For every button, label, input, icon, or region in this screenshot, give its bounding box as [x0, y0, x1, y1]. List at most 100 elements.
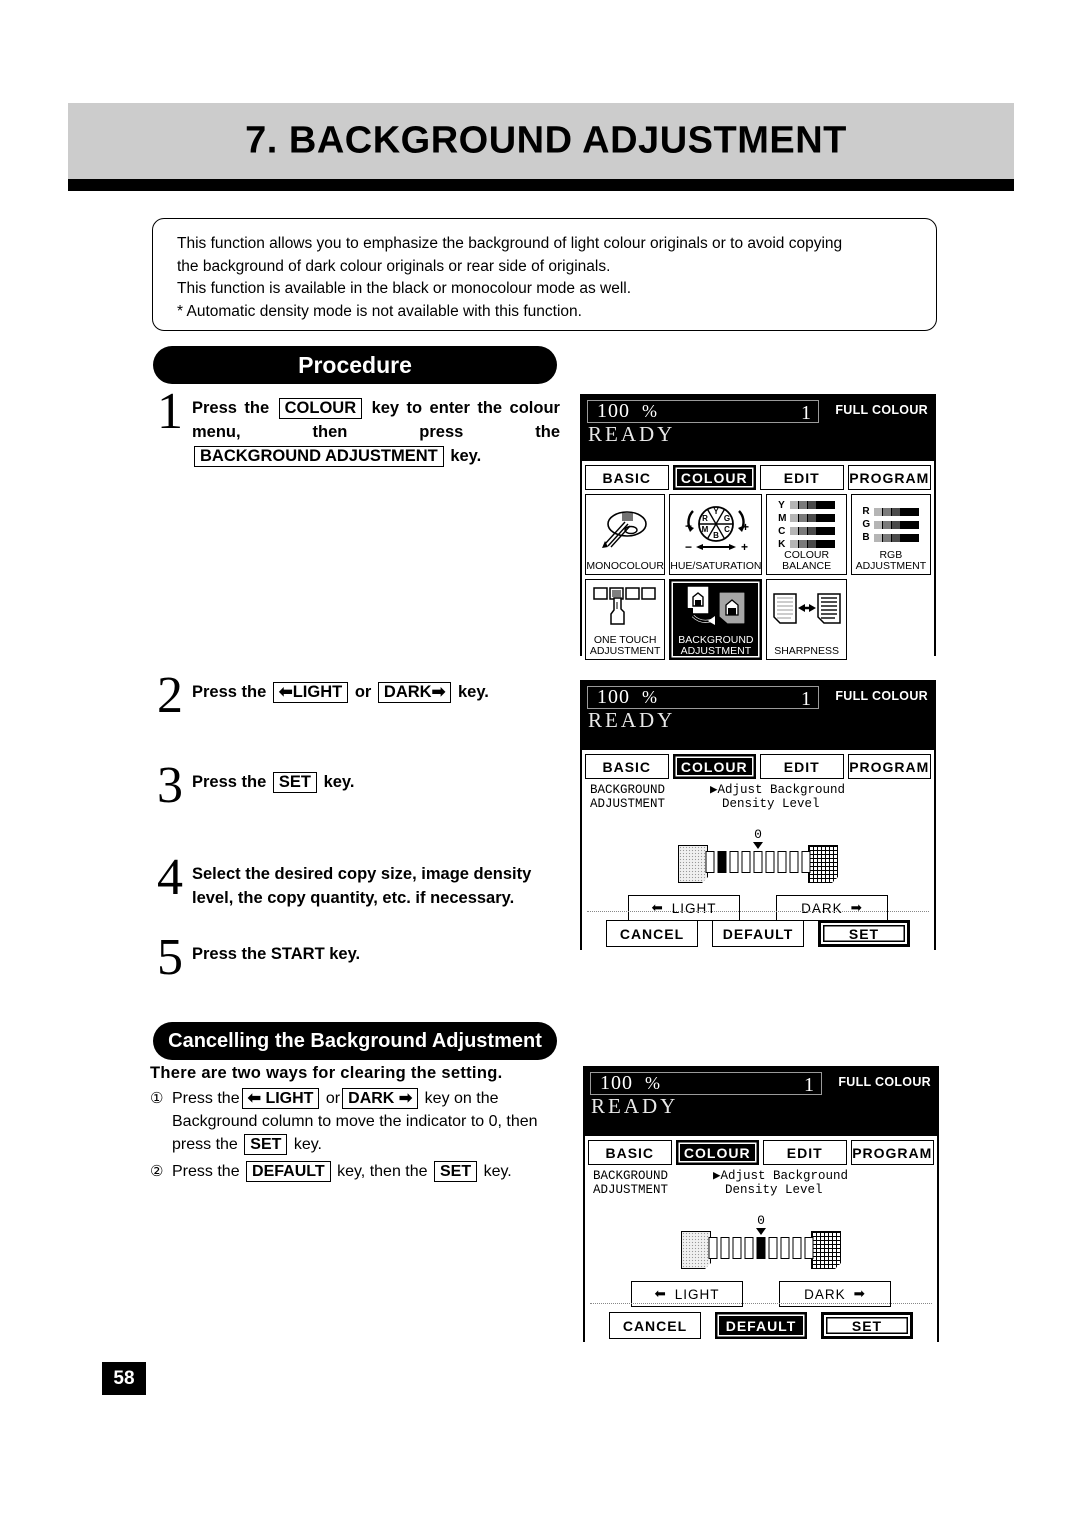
- list-marker-2: ②: [150, 1163, 164, 1180]
- function-one-touch-adjustment[interactable]: ONE TOUCH ADJUSTMENT: [585, 579, 666, 660]
- lcd3-desc-line-2: Density Level: [725, 1183, 823, 1197]
- lcd3-zero-pointer-icon: [756, 1228, 766, 1235]
- tab-colour-2[interactable]: COLOUR: [672, 754, 756, 779]
- light-button-2-label: LIGHT: [671, 900, 717, 916]
- density-slot-8: [792, 1237, 802, 1259]
- density-slot-7: [777, 851, 787, 873]
- intro-line-3: This function is available in the black …: [177, 280, 632, 297]
- default-button-3[interactable]: DEFAULT: [715, 1312, 807, 1339]
- lcd1-zoom-value: 100: [597, 400, 630, 422]
- lcd-panel-background-adjust-step[interactable]: 100 % 1 FULL COLOUR READY BASIC COLOUR E…: [580, 680, 936, 1016]
- rgb-letter-g: G: [862, 519, 871, 530]
- background-pages-icon: [670, 580, 761, 635]
- step-5: 5 Press the START key.: [148, 932, 568, 984]
- tab-program-2[interactable]: PROGRAM: [847, 754, 931, 779]
- left-arrow-icon-lcd2: ⬅: [651, 900, 664, 915]
- tab-colour-3[interactable]: COLOUR: [675, 1140, 759, 1165]
- lcd1-status-text: READY: [588, 422, 676, 446]
- light-button-2[interactable]: ⬅ LIGHT: [628, 895, 740, 921]
- lcd2-density-slider[interactable]: 0: [582, 827, 934, 893]
- step-2-part-1: Press the: [192, 683, 267, 701]
- function-monocolour[interactable]: MONOCOLOUR: [585, 494, 666, 575]
- step-5-text: Press the START key.: [192, 945, 361, 963]
- lcd3-detail: BACKGROUND ADJUSTMENT ▶Adjust Background…: [585, 1165, 937, 1343]
- tab-program[interactable]: PROGRAM: [847, 465, 931, 490]
- lcd3-desc-line-1: ▶Adjust Background: [713, 1169, 849, 1183]
- function-colour-balance[interactable]: Y M C K COLOUR BALANCE: [766, 494, 847, 575]
- lcd2-status-bar: 100 % 1 FULL COLOUR READY: [582, 682, 934, 750]
- c1-a: Press the: [172, 1090, 240, 1107]
- function-background-adjustment[interactable]: BACKGROUND ADJUSTMENT: [669, 579, 763, 660]
- step-3: 3 Press the SET key.: [148, 757, 568, 814]
- dark-key-ref: DARK➡: [377, 682, 452, 703]
- cancelling-body: There are two ways for clearing the sett…: [150, 1064, 570, 1183]
- step-2-part-3: key.: [458, 683, 489, 701]
- function-slot-empty: [850, 579, 931, 660]
- svg-text:C: C: [724, 525, 730, 534]
- rgb-letter-b: B: [862, 532, 870, 543]
- density-slot-9: [801, 851, 811, 873]
- tab-edit[interactable]: EDIT: [760, 465, 844, 490]
- cancel-button-2[interactable]: CANCEL: [606, 920, 698, 947]
- lcd3-slot-row: [708, 1237, 814, 1259]
- c1-d: key.: [293, 1136, 322, 1153]
- procedure-heading: Procedure: [153, 346, 557, 384]
- density-slot-2: [720, 1237, 730, 1259]
- ymck-letter-y: Y: [778, 499, 785, 511]
- svg-text:B: B: [713, 531, 719, 540]
- colour-wheel-icon: Y G C B M R − + − +: [670, 495, 761, 561]
- light-key-ref-2: ⬅ LIGHT: [241, 1088, 320, 1109]
- function-hue-saturation-label: HUE/SATURATION: [670, 560, 762, 572]
- cancel-button-3[interactable]: CANCEL: [609, 1312, 701, 1339]
- left-arrow-icon-2: ⬅: [247, 1090, 261, 1107]
- step-2-number: 2: [157, 667, 183, 724]
- density-slot-3: [732, 1237, 742, 1259]
- lcd1-colour-mode: FULL COLOUR: [835, 403, 928, 417]
- set-button-2[interactable]: SET: [818, 920, 910, 947]
- lcd3-density-slider[interactable]: 0: [585, 1213, 937, 1279]
- tab-basic-2[interactable]: BASIC: [585, 754, 669, 779]
- tab-basic[interactable]: BASIC: [585, 465, 669, 490]
- dark-button-2[interactable]: DARK ➡: [776, 895, 888, 921]
- default-button-2[interactable]: DEFAULT: [712, 920, 804, 947]
- lcd1-copy-count: 1: [801, 402, 811, 424]
- step-2: 2 Press the ⬅LIGHT or DARK➡ key.: [148, 667, 568, 724]
- lcd-panel-background-adjust-default[interactable]: 100 % 1 FULL COLOUR READY BASIC COLOUR E…: [583, 1066, 939, 1408]
- tab-colour[interactable]: COLOUR: [672, 465, 756, 490]
- function-rgb-adjustment[interactable]: R G B RGB ADJUSTMENT: [850, 494, 931, 575]
- set-key-ref-3: SET: [433, 1161, 478, 1182]
- palette-icon: [586, 495, 664, 561]
- lcd-panel-colour-menu[interactable]: 100 % 1 FULL COLOUR READY BASIC COLOUR E…: [580, 394, 936, 719]
- page-number: 58: [102, 1362, 146, 1395]
- tab-edit-3[interactable]: EDIT: [763, 1140, 847, 1165]
- cancelling-heading: Cancelling the Background Adjustment: [153, 1022, 557, 1060]
- svg-text:+: +: [742, 520, 749, 534]
- tab-program-3[interactable]: PROGRAM: [850, 1140, 934, 1165]
- c2-c: key.: [483, 1163, 512, 1180]
- sharpness-icon: [767, 580, 845, 646]
- lcd3-copy-count: 1: [804, 1074, 814, 1096]
- function-sharpness-label: SHARPNESS: [774, 645, 839, 657]
- function-monocolour-label: MONOCOLOUR: [586, 560, 664, 572]
- c2-b: key, then the: [337, 1163, 428, 1180]
- step-1-part-3: key.: [450, 447, 482, 465]
- function-sharpness[interactable]: SHARPNESS: [766, 579, 847, 660]
- density-slot-1: [705, 851, 715, 873]
- left-arrow-icon-lcd3: ⬅: [654, 1286, 667, 1301]
- lcd2-divider: [587, 911, 929, 912]
- step-3-number: 3: [157, 757, 183, 814]
- lcd2-colour-mode: FULL COLOUR: [835, 689, 928, 703]
- function-rgb-adjustment-label: RGB ADJUSTMENT: [855, 549, 927, 572]
- lcd3-body: BASIC COLOUR EDIT PROGRAM BACKGROUND ADJ…: [585, 1136, 937, 1408]
- lcd3-divider: [590, 1303, 932, 1304]
- function-hue-saturation[interactable]: Y G C B M R − + − + HUE/SATURATION: [669, 494, 763, 575]
- set-button-3[interactable]: SET: [821, 1312, 913, 1339]
- tab-basic-3[interactable]: BASIC: [588, 1140, 672, 1165]
- svg-text:+: +: [741, 540, 748, 553]
- lcd1-tab-row: BASIC COLOUR EDIT PROGRAM: [582, 461, 934, 490]
- ymck-bars-icon: Y M C K: [767, 495, 845, 550]
- colour-key-ref: COLOUR: [278, 398, 363, 419]
- tab-edit-2[interactable]: EDIT: [760, 754, 844, 779]
- dark-paper-icon: [808, 845, 839, 884]
- c1-b: or: [325, 1090, 341, 1107]
